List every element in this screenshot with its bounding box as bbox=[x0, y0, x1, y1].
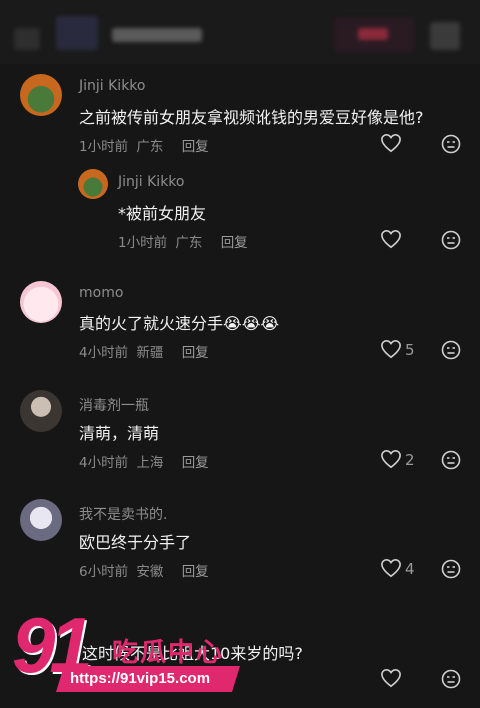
comment-text: 清萌，清萌 bbox=[79, 424, 160, 443]
blurred-back-button[interactable] bbox=[14, 28, 40, 50]
comment-meta: 4小时前 上海 回复 bbox=[79, 451, 209, 471]
dislike-face-icon[interactable] bbox=[441, 450, 461, 470]
comment-username[interactable]: 消毒剂一瓶 bbox=[79, 395, 149, 415]
comment-location: 新疆 bbox=[136, 345, 164, 361]
like-count: 5 bbox=[405, 341, 415, 359]
dislike-face-icon[interactable] bbox=[441, 230, 461, 250]
comment-time: 4小时前 bbox=[79, 345, 129, 361]
avatar[interactable] bbox=[20, 499, 62, 541]
reply-button[interactable]: 回复 bbox=[182, 345, 209, 361]
comment-text: 真的火了就火速分手😭😭😭 bbox=[79, 310, 279, 334]
comment-location: 广东 bbox=[136, 139, 164, 155]
comment-meta: 4小时前 新疆 回复 bbox=[79, 341, 209, 361]
comment-meta: 1小时前 广东 回复 bbox=[79, 135, 209, 155]
like-count: 2 bbox=[405, 451, 415, 469]
dislike-face-icon[interactable] bbox=[441, 669, 461, 689]
comment-text: 之前被传前女朋友拿视频讹钱的男爱豆好像是他? bbox=[79, 108, 424, 127]
crying-emoji: 😭😭😭 bbox=[223, 314, 280, 333]
blurred-more-button[interactable] bbox=[430, 22, 460, 50]
like-count: 4 bbox=[405, 560, 415, 578]
heart-icon[interactable] bbox=[380, 449, 402, 469]
comment-time: 4小时前 bbox=[79, 455, 129, 471]
comment-username[interactable]: 我不是卖书的. bbox=[79, 504, 167, 524]
avatar[interactable] bbox=[78, 169, 108, 199]
heart-icon[interactable] bbox=[380, 558, 402, 578]
blurred-badge-dot bbox=[358, 28, 388, 40]
avatar[interactable] bbox=[20, 390, 62, 432]
comment-location: 安徽 bbox=[136, 564, 164, 580]
comment-meta: 6小时前 安徽 回复 bbox=[79, 560, 209, 580]
comment-text: 欧巴终于分手了 bbox=[79, 533, 192, 552]
heart-icon[interactable] bbox=[380, 133, 402, 153]
comment-username[interactable]: Jinji Kikko bbox=[118, 174, 184, 190]
watermark: 91 吃瓜中心 https://91vip15.com bbox=[0, 600, 300, 708]
dislike-face-icon[interactable] bbox=[441, 559, 461, 579]
heart-icon[interactable] bbox=[380, 668, 402, 688]
dislike-face-icon[interactable] bbox=[441, 340, 461, 360]
blurred-avatar bbox=[56, 16, 98, 50]
comment-username[interactable]: momo bbox=[79, 285, 123, 301]
comment-location: 广东 bbox=[175, 235, 203, 251]
avatar[interactable] bbox=[20, 281, 62, 323]
comment-text-body: 真的火了就火速分手 bbox=[79, 314, 224, 333]
comment-time: 1小时前 bbox=[79, 139, 129, 155]
watermark-url: https://91vip15.com bbox=[70, 670, 211, 687]
comment-username[interactable]: Jinji Kikko bbox=[79, 78, 145, 94]
comment-time: 1小时前 bbox=[118, 235, 168, 251]
dislike-face-icon[interactable] bbox=[441, 134, 461, 154]
blurred-title bbox=[112, 28, 202, 42]
heart-icon[interactable] bbox=[380, 339, 402, 359]
top-bar bbox=[0, 0, 480, 64]
watermark-label: 吃瓜中心 bbox=[112, 638, 225, 668]
comment-location: 上海 bbox=[136, 455, 164, 471]
heart-icon[interactable] bbox=[380, 229, 402, 249]
reply-button[interactable]: 回复 bbox=[221, 235, 248, 251]
reply-button[interactable]: 回复 bbox=[182, 564, 209, 580]
reply-button[interactable]: 回复 bbox=[182, 139, 209, 155]
reply-button[interactable]: 回复 bbox=[182, 455, 209, 471]
comment-text: *被前女朋友 bbox=[118, 204, 207, 223]
comment-time: 6小时前 bbox=[79, 564, 129, 580]
avatar[interactable] bbox=[20, 74, 62, 116]
comment-meta: 1小时前 广东 回复 bbox=[118, 231, 248, 251]
